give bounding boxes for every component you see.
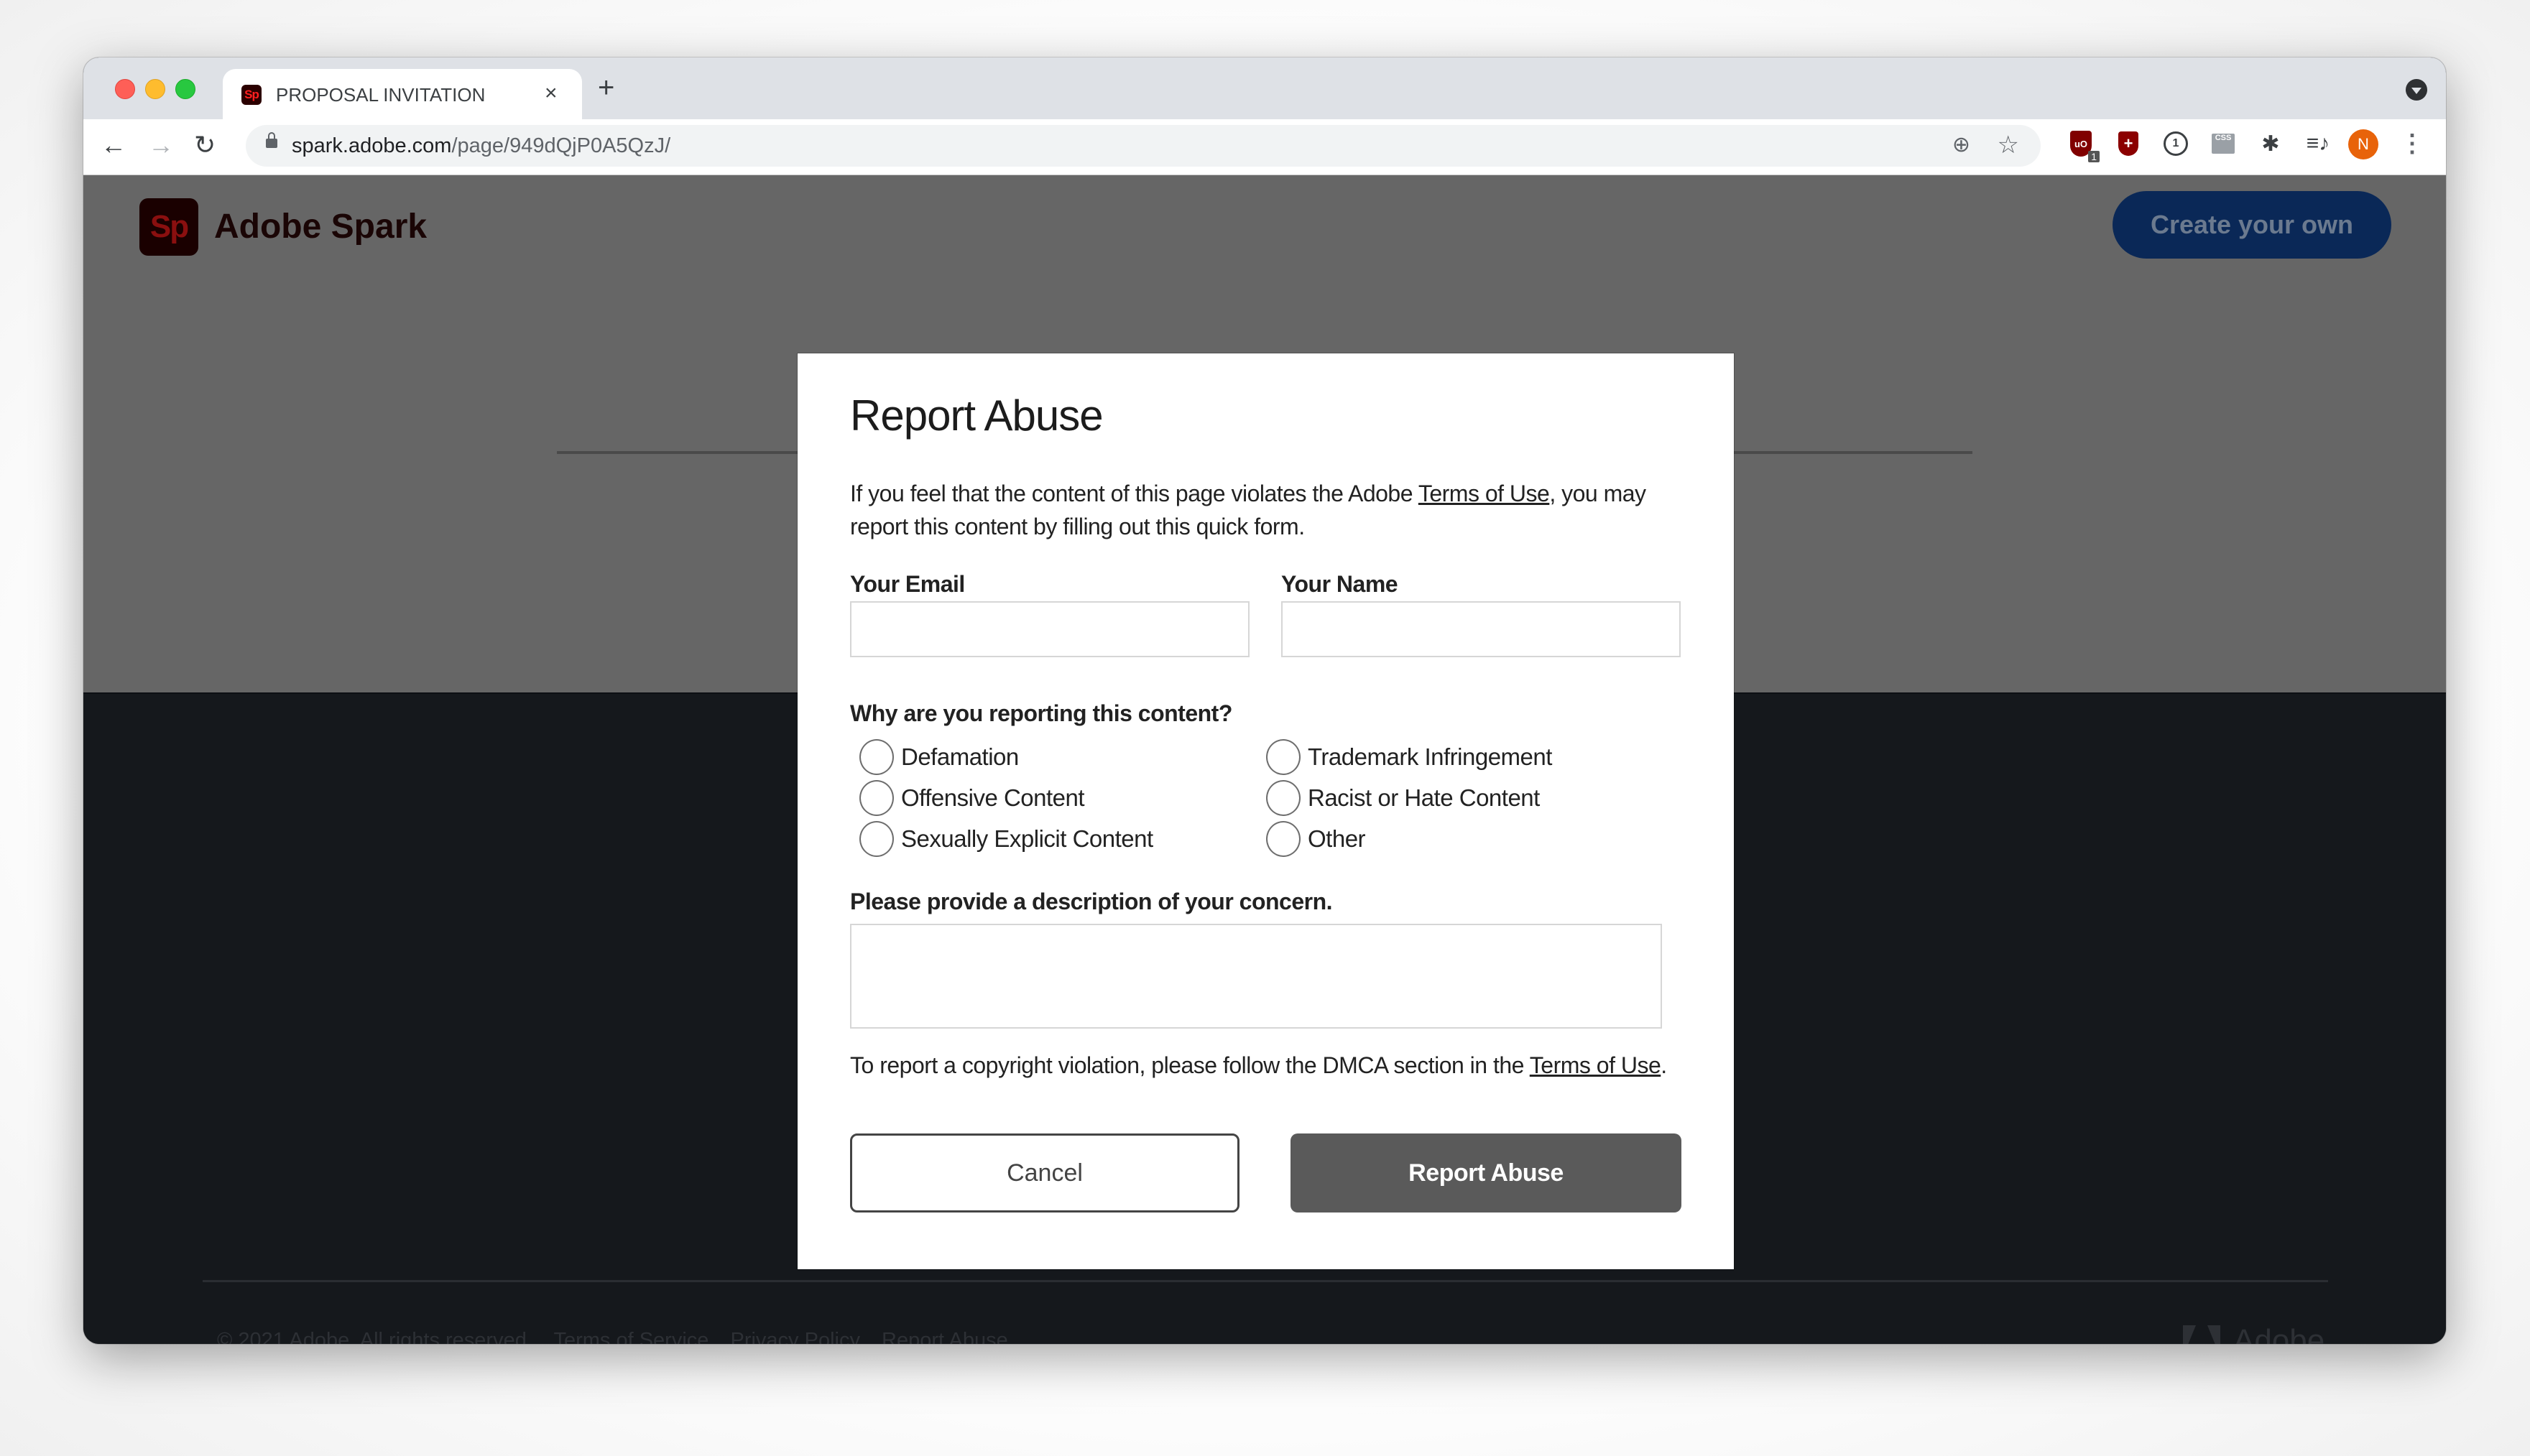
radio-button[interactable] <box>859 780 894 816</box>
bookmark-star-icon[interactable]: ☆ <box>1998 131 2019 159</box>
report-abuse-submit-button[interactable]: Report Abuse <box>1291 1133 1681 1212</box>
radio-label: Other <box>1308 825 1366 852</box>
dmca-notice: To report a copyright violation, please … <box>850 1049 1691 1082</box>
footer-link-terms[interactable]: Terms of Service <box>553 1329 708 1344</box>
password-manager-icon[interactable]: 1 <box>2161 129 2190 158</box>
radio-label: Sexually Explicit Content <box>901 825 1153 852</box>
ublock-badge: 1 <box>2088 151 2100 162</box>
radio-label: Trademark Infringement <box>1308 743 1552 770</box>
terms-of-use-link[interactable]: Terms of Use <box>1418 481 1550 506</box>
browser-menu-icon[interactable]: ⋮ <box>2400 129 2424 158</box>
url-path: /page/949dQjP0A5QzJ/ <box>451 134 671 157</box>
radio-option-trademark[interactable]: Trademark Infringement <box>1266 737 1552 777</box>
radio-label: Defamation <box>901 743 1019 770</box>
new-tab-button[interactable]: + <box>598 73 614 102</box>
ublock-extension-icon[interactable]: uO 1 <box>2067 129 2100 162</box>
radio-option-other[interactable]: Other <box>1266 819 1366 859</box>
dmca-text: To report a copyright violation, please … <box>850 1052 1530 1078</box>
name-field[interactable] <box>1281 601 1681 657</box>
radio-label: Racist or Hate Content <box>1308 784 1540 811</box>
radio-option-offensive[interactable]: Offensive Content <box>859 778 1085 818</box>
active-tab[interactable]: Sp PROPOSAL INVITATION × <box>223 69 582 119</box>
radio-option-sexually-explicit[interactable]: Sexually Explicit Content <box>859 819 1153 859</box>
cancel-button[interactable]: Cancel <box>850 1133 1239 1212</box>
radio-button[interactable] <box>859 739 894 775</box>
url-host: spark.adobe.com <box>292 134 452 157</box>
dialog-title: Report Abuse <box>850 391 1104 440</box>
zoom-icon[interactable]: ⊕ <box>1952 132 1970 157</box>
adobe-logo-icon <box>2183 1325 2220 1344</box>
footer-links: © 2021 Adobe. All rights reserved. Terms… <box>217 1329 1024 1344</box>
description-textarea[interactable] <box>850 924 1662 1029</box>
radio-label: Offensive Content <box>901 784 1085 811</box>
red-shield-icon: + <box>2118 131 2138 156</box>
radio-option-racist-hate[interactable]: Racist or Hate Content <box>1266 778 1540 818</box>
name-label: Your Name <box>1281 571 1398 597</box>
email-label: Your Email <box>850 571 965 597</box>
adobe-spark-favicon-icon: Sp <box>241 85 262 105</box>
create-your-own-button[interactable]: Create your own <box>2113 191 2391 259</box>
reason-label: Why are you reporting this content? <box>850 700 1232 726</box>
browser-window: Sp PROPOSAL INVITATION × + ← → ↻ spark.a… <box>83 57 2446 1344</box>
brand-name[interactable]: Adobe Spark <box>214 208 427 246</box>
window-close-button[interactable] <box>115 79 135 99</box>
profile-avatar[interactable]: N <box>2348 129 2378 159</box>
media-control-icon[interactable]: ≡♪ <box>2304 129 2332 158</box>
dmca-terms-of-use-link[interactable]: Terms of Use <box>1530 1052 1661 1078</box>
radio-option-defamation[interactable]: Defamation <box>859 737 1019 777</box>
keyhole-icon: 1 <box>2164 131 2188 156</box>
address-bar[interactable]: spark.adobe.com/page/949dQjP0A5QzJ/ ⊕ ☆ <box>246 125 2041 167</box>
css-badge-icon: CSS <box>2212 134 2235 154</box>
footer-link-report-abuse[interactable]: Report Abuse <box>882 1329 1008 1344</box>
email-field[interactable] <box>850 601 1250 657</box>
forward-arrow-icon[interactable]: → <box>148 131 174 159</box>
dialog-intro: If you feel that the content of this pag… <box>850 477 1684 543</box>
radio-button[interactable] <box>1266 739 1301 775</box>
css-extension-icon[interactable]: CSS <box>2209 129 2238 158</box>
url-text[interactable]: spark.adobe.com/page/949dQjP0A5QzJ/ <box>292 134 670 157</box>
dmca-text-end: . <box>1661 1052 1667 1078</box>
extensions-puzzle-icon[interactable]: ✱ <box>2256 129 2285 158</box>
tab-search-icon[interactable] <box>2406 79 2427 101</box>
radio-button[interactable] <box>859 821 894 857</box>
copyright-text: © 2021 Adobe. All rights reserved. <box>217 1329 532 1344</box>
adobe-spark-logo-icon[interactable]: Sp <box>139 198 198 256</box>
description-label: Please provide a description of your con… <box>850 889 1333 914</box>
page-content: Sp Adobe Spark Create your own © 2021 Ad… <box>83 175 2446 1344</box>
reload-icon[interactable]: ↻ <box>194 131 216 159</box>
window-maximize-button[interactable] <box>175 79 195 99</box>
footer-link-privacy[interactable]: Privacy Policy <box>730 1329 860 1344</box>
back-arrow-icon[interactable]: ← <box>101 131 126 159</box>
window-minimize-button[interactable] <box>145 79 165 99</box>
tab-close-icon[interactable]: × <box>545 82 558 105</box>
footer-divider <box>203 1280 2328 1282</box>
shield-extension-icon[interactable]: + <box>2114 129 2143 158</box>
radio-button[interactable] <box>1266 821 1301 857</box>
adobe-footer-logo[interactable]: Adobe <box>2183 1323 2324 1344</box>
lock-icon[interactable] <box>266 132 277 148</box>
intro-text: If you feel that the content of this pag… <box>850 481 1418 506</box>
tab-title: PROPOSAL INVITATION <box>276 84 486 106</box>
tab-strip: Sp PROPOSAL INVITATION × + <box>83 57 2446 119</box>
adobe-wordmark: Adobe <box>2233 1323 2325 1344</box>
report-abuse-dialog: Report Abuse If you feel that the conten… <box>798 353 1734 1269</box>
radio-button[interactable] <box>1266 780 1301 816</box>
browser-toolbar: ← → ↻ spark.adobe.com/page/949dQjP0A5QzJ… <box>83 119 2446 175</box>
